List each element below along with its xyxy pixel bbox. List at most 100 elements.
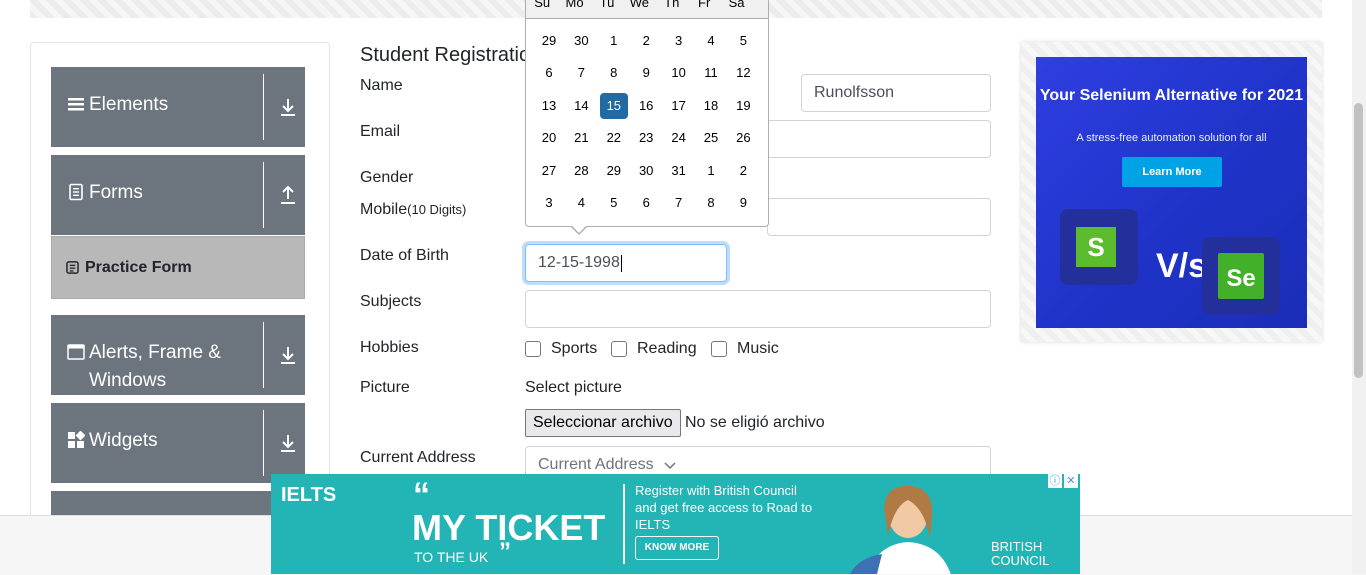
checkbox-box[interactable] [525, 341, 541, 357]
calendar-day[interactable]: 31 [665, 158, 693, 184]
ad-subline: A stress-free automation solution for al… [1076, 132, 1267, 144]
advertisement-bottom[interactable]: IELTS “ MY TICKET TO THE UK ” Register w… [271, 474, 1080, 574]
calendar-day[interactable]: 29 [535, 28, 563, 54]
calendar-day[interactable]: 1 [600, 28, 628, 54]
calendar-day[interactable]: 7 [665, 190, 693, 216]
divider [623, 484, 625, 564]
download-arrow-icon [281, 347, 295, 364]
mobile-input[interactable] [767, 198, 991, 236]
calendar-day[interactable]: 26 [729, 125, 757, 151]
ielts-logo: IELTS [281, 484, 337, 506]
download-arrow-icon [281, 99, 295, 116]
calendar-day[interactable]: 15 [599, 92, 628, 119]
calendar-weekday-header: Su Mo Tu We Th Fr Sa [526, 0, 768, 19]
calendar-day[interactable]: 20 [535, 125, 563, 151]
calendar-day[interactable]: 1 [697, 158, 725, 184]
calendar-day[interactable]: 29 [600, 158, 628, 184]
ad-banner[interactable]: Your Selenium Alternative for 2021 A str… [1036, 57, 1307, 328]
calendar-day[interactable]: 24 [665, 125, 693, 151]
calendar-day[interactable]: 9 [632, 60, 660, 86]
subjects-input[interactable] [525, 290, 991, 328]
text-caret [620, 254, 622, 272]
close-icon[interactable]: ✕ [1064, 474, 1078, 488]
hobby-reading-checkbox[interactable]: Reading [611, 340, 697, 358]
divider [263, 74, 264, 140]
calendar-day[interactable]: 30 [632, 158, 660, 184]
dob-label: Date of Birth [360, 247, 449, 264]
know-more-button[interactable]: KNOW MORE [635, 536, 719, 560]
email-input[interactable] [767, 120, 991, 158]
hobby-music-checkbox[interactable]: Music [711, 340, 779, 358]
calendar-day[interactable]: 13 [535, 93, 563, 119]
learn-more-button[interactable]: Learn More [1122, 157, 1222, 187]
sidebar-group-label: Alerts, Frame & Windows [89, 342, 221, 391]
calendar-day[interactable]: 8 [600, 60, 628, 86]
calendar-day[interactable]: 12 [729, 60, 757, 86]
calendar-day[interactable]: 27 [535, 158, 563, 184]
calendar-day[interactable]: 6 [632, 190, 660, 216]
versus-text: V/s [1156, 247, 1208, 285]
calendar-day[interactable]: 28 [567, 158, 595, 184]
mobile-label: Mobile(10 Digits) [360, 201, 466, 219]
advertisement-right[interactable]: Your Selenium Alternative for 2021 A str… [1021, 42, 1322, 342]
address-label: Current Address [360, 449, 476, 466]
calendar-day[interactable]: 5 [729, 28, 757, 54]
sidebar-item-label: Practice Form [85, 258, 192, 276]
calendar-day[interactable]: 5 [600, 190, 628, 216]
hobby-label: Sports [551, 340, 598, 357]
calendar-day[interactable]: 8 [697, 190, 725, 216]
calendar-day[interactable]: 18 [697, 93, 725, 119]
gender-label: Gender [360, 169, 414, 186]
calendar-day[interactable]: 3 [665, 28, 693, 54]
checkbox-box[interactable] [711, 341, 727, 357]
calendar-day[interactable]: 30 [567, 28, 595, 54]
calendar-day[interactable]: 3 [535, 190, 563, 216]
hobby-label: Music [737, 340, 779, 357]
ad-controls: ⓘ ✕ [1048, 474, 1080, 490]
email-label: Email [360, 123, 401, 140]
weekday: Fr [698, 0, 711, 10]
page-scrollbar[interactable] [1352, 0, 1366, 574]
scrollbar-thumb[interactable] [1354, 103, 1363, 378]
sidebar-group-elements[interactable]: Elements [51, 67, 305, 147]
calendar-day[interactable]: 16 [632, 93, 660, 119]
calendar-day[interactable]: 22 [600, 125, 628, 151]
date-of-birth-input[interactable]: 12-15-1998 [525, 244, 727, 282]
page-title: Student Registratio [360, 44, 531, 66]
calendar-day[interactable]: 25 [697, 125, 725, 151]
sidebar-group-widgets[interactable]: Widgets [51, 403, 305, 483]
hobby-sports-checkbox[interactable]: Sports [525, 340, 597, 358]
mobile-label-text: Mobile [360, 201, 408, 218]
calendar-day[interactable]: 10 [665, 60, 693, 86]
choose-file-button[interactable]: Seleccionar archivo [525, 409, 681, 437]
calendar-day[interactable]: 4 [697, 28, 725, 54]
dob-value: 12-15-1998 [538, 254, 620, 271]
calendar-day[interactable]: 14 [567, 93, 595, 119]
calendar-day[interactable]: 11 [697, 60, 725, 86]
ad-register-text: Register with British Council and get fr… [635, 483, 813, 532]
last-name-input[interactable]: Runolfsson [801, 74, 991, 112]
name-label: Name [360, 77, 403, 94]
ad-uk-text: TO THE UK [414, 549, 489, 565]
katalon-logo-icon: S [1060, 209, 1138, 285]
ad-info-icon[interactable]: ⓘ [1048, 474, 1062, 488]
sidebar-group-alerts[interactable]: Alerts, Frame & Windows [51, 315, 305, 395]
form-icon [66, 261, 79, 274]
calendar-day[interactable]: 4 [567, 190, 595, 216]
widgets-icon [68, 431, 85, 448]
calendar-day[interactable]: 19 [729, 93, 757, 119]
select-picture-label: Select picture [525, 379, 622, 396]
calendar-day[interactable]: 2 [632, 28, 660, 54]
sidebar: Elements Forms Practice Form Alerts, Fra… [30, 42, 330, 531]
calendar-day[interactable]: 23 [632, 125, 660, 151]
calendar-day[interactable]: 9 [729, 190, 757, 216]
checkbox-box[interactable] [611, 341, 627, 357]
file-status: No se eligió archivo [685, 414, 825, 431]
sidebar-item-practice-form[interactable]: Practice Form [51, 236, 305, 299]
calendar-day[interactable]: 6 [535, 60, 563, 86]
sidebar-group-forms[interactable]: Forms [51, 155, 305, 235]
calendar-day[interactable]: 21 [567, 125, 595, 151]
calendar-day[interactable]: 2 [729, 158, 757, 184]
calendar-day[interactable]: 17 [665, 93, 693, 119]
calendar-day[interactable]: 7 [567, 60, 595, 86]
